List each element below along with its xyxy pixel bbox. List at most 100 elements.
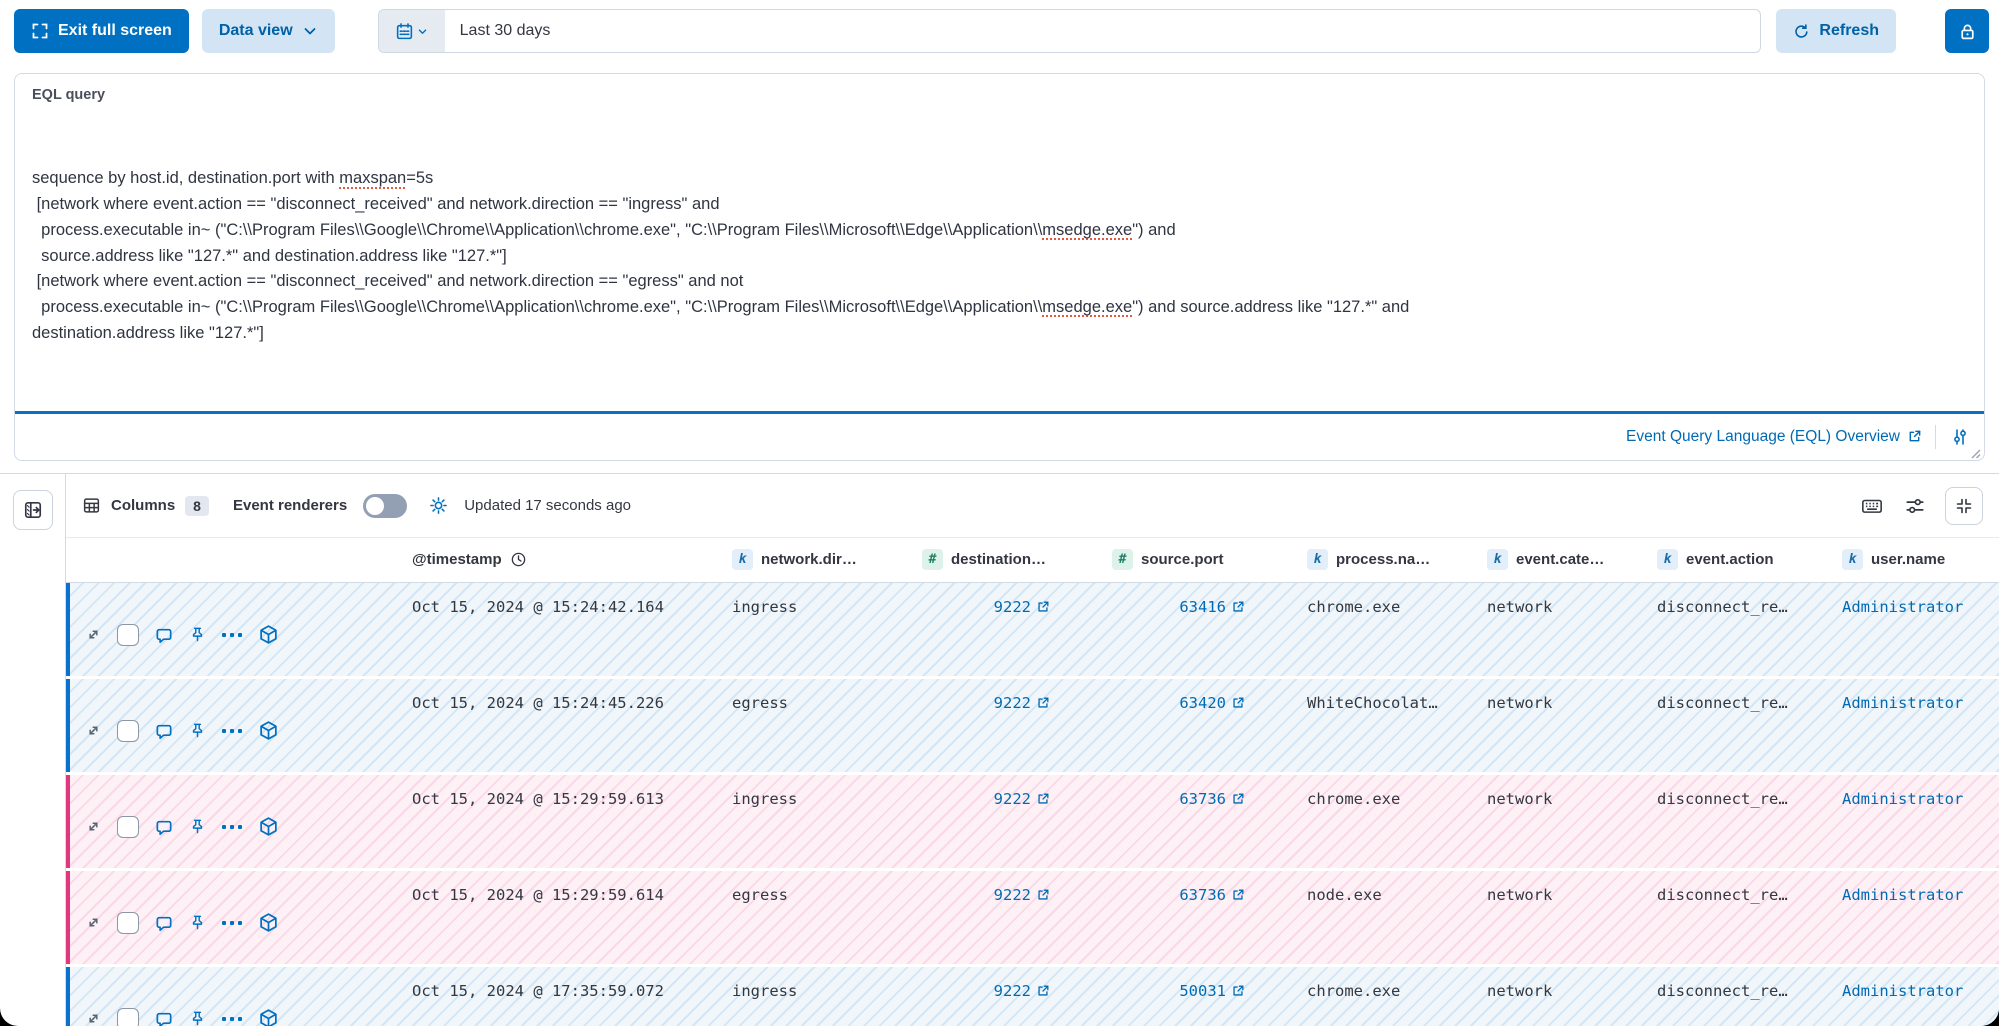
column-header-timestamp[interactable]: @timestamp (316, 551, 716, 568)
cell-timestamp: Oct 15, 2024 @ 15:29:59.614 (316, 871, 716, 964)
comment-icon[interactable] (154, 625, 174, 645)
comment-icon[interactable] (154, 817, 174, 837)
source-port-link[interactable]: 63420 (1179, 694, 1245, 712)
column-header-destination[interactable]: #destination… (906, 549, 1096, 570)
event-renderers-toggle[interactable] (363, 494, 407, 518)
exit-full-screen-button[interactable]: Exit full screen (14, 9, 189, 53)
fullscreen-exit-icon (31, 22, 49, 40)
comment-icon[interactable] (154, 1009, 174, 1026)
more-actions-icon[interactable] (221, 630, 243, 640)
column-header-network.dir[interactable]: knetwork.dir… (716, 549, 906, 570)
cell-user-name[interactable]: Administrator (1826, 871, 1999, 964)
eql-overview-link[interactable]: Event Query Language (EQL) Overview (1626, 428, 1922, 446)
destination-port-link[interactable]: 9222 (994, 598, 1050, 616)
columns-icon (82, 496, 101, 515)
destination-port-link[interactable]: 9222 (994, 790, 1050, 808)
cell-event-category: network (1471, 583, 1641, 676)
pin-icon[interactable] (189, 626, 206, 643)
select-event-checkbox[interactable] (117, 624, 139, 646)
date-range-picker: Last 30 days (378, 9, 1762, 53)
select-event-checkbox[interactable] (117, 816, 139, 838)
cell-destination-port: 9222 (906, 775, 1096, 868)
cell-timestamp: Oct 15, 2024 @ 15:24:42.164 (316, 583, 716, 676)
expand-event-icon[interactable] (85, 626, 102, 643)
cell-user-name[interactable]: Administrator (1826, 967, 1999, 1026)
analyzer-cube-icon[interactable] (258, 816, 279, 837)
analyzer-cube-icon[interactable] (258, 912, 279, 933)
analyzer-cube-icon[interactable] (258, 624, 279, 645)
expand-event-icon[interactable] (85, 1010, 102, 1026)
date-range-input[interactable]: Last 30 days (445, 22, 551, 40)
lock-button[interactable] (1945, 9, 1989, 53)
eql-query-line: destination.address like "127.*"] (32, 321, 1967, 347)
analyzer-cube-icon[interactable] (258, 720, 279, 741)
source-port-link[interactable]: 63736 (1179, 886, 1245, 904)
source-port-link[interactable]: 50031 (1179, 982, 1245, 1000)
expand-event-icon[interactable] (85, 818, 102, 835)
columns-button[interactable]: Columns (111, 497, 175, 514)
resize-handle[interactable] (1969, 396, 1981, 408)
cell-destination-port: 9222 (906, 679, 1096, 772)
app-window: Exit full screen Data view Last 30 days (0, 0, 1999, 1026)
analyzer-cube-icon[interactable] (258, 1008, 279, 1026)
cell-destination-port: 9222 (906, 967, 1096, 1026)
select-event-checkbox[interactable] (117, 912, 139, 934)
event-renderers-label: Event renderers (233, 497, 347, 514)
column-header-user.name[interactable]: kuser.name (1826, 549, 1999, 570)
select-event-checkbox[interactable] (117, 1008, 139, 1026)
expand-flyout-button[interactable] (13, 490, 53, 530)
cell-process-name: chrome.exe (1291, 583, 1471, 676)
table-header-row: @timestampknetwork.dir…#destination…#sou… (66, 537, 1999, 583)
source-port-link[interactable]: 63736 (1179, 790, 1245, 808)
column-header-label: process.na… (1336, 551, 1430, 568)
updated-status-text: Updated 17 seconds ago (464, 497, 631, 514)
cell-process-name: node.exe (1291, 871, 1471, 964)
select-event-checkbox[interactable] (117, 720, 139, 742)
clock-icon (510, 551, 527, 568)
more-actions-icon[interactable] (221, 918, 243, 928)
cell-network-direction: ingress (716, 967, 906, 1026)
eql-query-line: sequence by host.id, destination.port wi… (32, 166, 1967, 192)
more-actions-icon[interactable] (221, 1014, 243, 1024)
cell-source-port: 63420 (1096, 679, 1291, 772)
pin-icon[interactable] (189, 1010, 206, 1026)
eql-overview-link-label: Event Query Language (EQL) Overview (1626, 428, 1900, 446)
column-header-source.port[interactable]: #source.port (1096, 549, 1291, 570)
comment-icon[interactable] (154, 913, 174, 933)
more-actions-icon[interactable] (221, 726, 243, 736)
destination-port-link[interactable]: 9222 (994, 982, 1050, 1000)
more-actions-icon[interactable] (221, 822, 243, 832)
pin-icon[interactable] (189, 722, 206, 739)
eql-query-line: process.executable in~ ("C:\\Program Fil… (32, 218, 1967, 244)
pin-icon[interactable] (189, 818, 206, 835)
cell-user-name[interactable]: Administrator (1826, 775, 1999, 868)
table-body: Oct 15, 2024 @ 15:24:42.164 ingress 9222 63… (66, 583, 1999, 1026)
source-port-link[interactable]: 63416 (1179, 598, 1245, 616)
refresh-button[interactable]: Refresh (1776, 9, 1896, 53)
destination-port-link[interactable]: 9222 (994, 886, 1050, 904)
column-header-process.na[interactable]: kprocess.na… (1291, 549, 1471, 570)
cell-process-name: chrome.exe (1291, 775, 1471, 868)
date-picker-button[interactable] (379, 10, 445, 52)
query-settings-button[interactable] (1949, 426, 1971, 448)
column-header-event.action[interactable]: kevent.action (1641, 549, 1826, 570)
destination-port-link[interactable]: 9222 (994, 694, 1050, 712)
pin-icon[interactable] (189, 914, 206, 931)
gear-icon[interactable] (429, 496, 448, 515)
expand-event-icon[interactable] (85, 914, 102, 931)
column-header-event.cate[interactable]: kevent.cate… (1471, 549, 1641, 570)
data-view-button[interactable]: Data view (202, 9, 335, 53)
display-options-button[interactable] (1903, 494, 1927, 518)
keyboard-shortcuts-button[interactable] (1859, 493, 1885, 519)
comment-icon[interactable] (154, 721, 174, 741)
number-field-icon: # (922, 549, 943, 570)
keyword-field-icon: k (732, 549, 753, 570)
expand-event-icon[interactable] (85, 722, 102, 739)
events-table-main: Columns 8 Event renderers Updated 17 sec… (66, 474, 1999, 1026)
eql-query-textarea[interactable]: sequence by host.id, destination.port wi… (15, 112, 1984, 414)
cell-process-name: chrome.exe (1291, 967, 1471, 1026)
cell-event-action: disconnect_re… (1641, 967, 1826, 1026)
cell-user-name[interactable]: Administrator (1826, 679, 1999, 772)
cell-timestamp: Oct 15, 2024 @ 15:29:59.613 (316, 775, 716, 868)
cell-user-name[interactable]: Administrator (1826, 583, 1999, 676)
